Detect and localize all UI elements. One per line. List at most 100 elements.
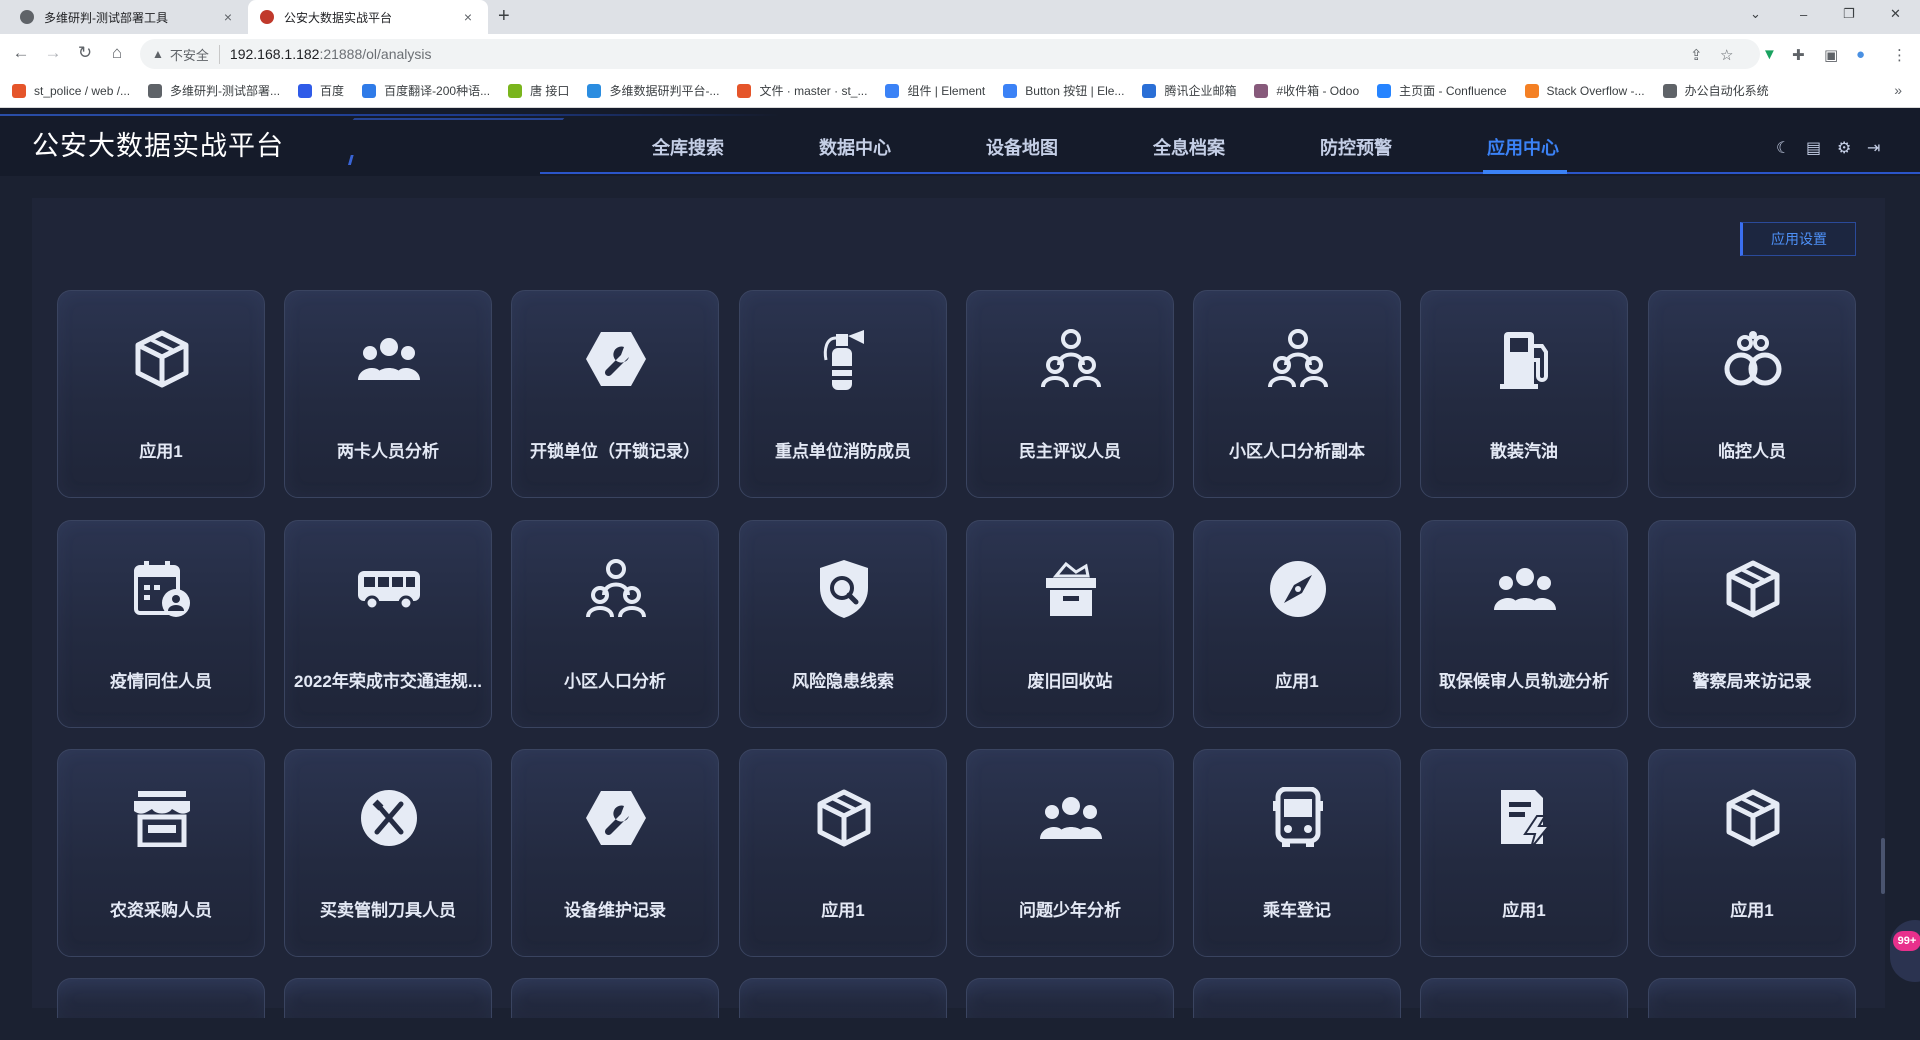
moon-icon[interactable]: ☾ <box>1776 138 1790 158</box>
app-card[interactable]: 应用1 <box>1648 749 1856 957</box>
bookmark-item[interactable]: 腾讯企业邮箱 <box>1142 82 1236 99</box>
floating-chat-button[interactable] <box>1890 920 1920 982</box>
bookmark-item[interactable]: 主页面 - Confluence <box>1377 82 1507 99</box>
back-icon[interactable]: ← <box>10 43 32 63</box>
home-icon[interactable]: ⌂ <box>106 43 128 63</box>
puzzle-icon[interactable]: ✚ <box>1792 46 1805 64</box>
bookmark-item[interactable]: 唐 接口 <box>508 82 569 99</box>
nav-data-center[interactable]: 数据中心 <box>819 134 891 160</box>
bookmark-item[interactable]: 多维数据研判平台-... <box>587 82 719 99</box>
star-icon[interactable]: ☆ <box>1720 46 1733 64</box>
app-card[interactable]: 疫情同住人员 <box>57 520 265 728</box>
app-card[interactable]: 临控人员 <box>1648 290 1856 498</box>
app-card[interactable]: 民主评议人员 <box>966 290 1174 498</box>
app-card[interactable]: 买卖管制刀具人员 <box>284 749 492 957</box>
app-card[interactable]: 应用1 <box>57 290 265 498</box>
bookmark-item[interactable]: 多维研判-测试部署... <box>148 82 280 99</box>
bookmark-item[interactable]: 百度翻译-200种语... <box>362 82 490 99</box>
restore-button[interactable]: ❐ <box>1843 0 1855 28</box>
nav-active-indicator <box>1483 170 1567 174</box>
reload-icon[interactable]: ↻ <box>74 43 96 63</box>
app-card[interactable]: 小区人口分析副本 <box>1193 290 1401 498</box>
browser-tab[interactable]: 多维研判-测试部署工具 × <box>8 0 248 34</box>
people-group-icon <box>353 323 425 395</box>
bookmark-favicon-icon <box>885 83 900 98</box>
header-divider <box>540 172 1920 174</box>
bookmark-item[interactable]: 组件 | Element <box>885 82 985 99</box>
app-card[interactable]: 开锁单位（开锁记录） <box>511 290 719 498</box>
app-card-partial[interactable] <box>284 978 492 1018</box>
app-card-label: 问题少年分析 <box>1019 901 1121 920</box>
bookmarks-overflow-icon[interactable]: » <box>1894 82 1902 98</box>
bookmark-favicon-icon <box>587 83 602 98</box>
extension-v-icon[interactable]: ▼ <box>1762 46 1777 63</box>
clipboard-icon[interactable]: ▤ <box>1806 138 1821 158</box>
app-card-partial[interactable] <box>57 978 265 1018</box>
bookmark-item[interactable]: 百度 <box>298 82 344 99</box>
nav-profiles[interactable]: 全息档案 <box>1153 134 1225 160</box>
app-settings-button[interactable]: 应用设置 <box>1740 222 1856 256</box>
nav-device-map[interactable]: 设备地图 <box>986 134 1058 160</box>
app-card[interactable]: 重点单位消防成员 <box>739 290 947 498</box>
bookmark-item[interactable]: 办公自动化系统 <box>1662 82 1769 99</box>
bookmark-item[interactable]: 文件 · master · st_... <box>737 82 867 99</box>
bookmark-item[interactable]: #收件箱 - Odoo <box>1254 82 1359 99</box>
menu-icon[interactable]: ⋮ <box>1892 46 1907 64</box>
nav-search[interactable]: 全库搜索 <box>652 134 724 160</box>
bookmark-label: st_police / web /... <box>34 83 131 98</box>
sidepanel-icon[interactable]: ▣ <box>1824 46 1838 64</box>
app-card[interactable]: 应用1 <box>739 749 947 957</box>
address-bar[interactable]: ▲ 不安全 192.168.1.182 :21888/ol/analysis <box>140 39 1760 69</box>
app-card[interactable]: 废旧回收站 <box>966 520 1174 728</box>
avatar[interactable]: ● <box>1856 46 1865 63</box>
gear-icon[interactable]: ⚙ <box>1837 138 1851 158</box>
document-lightning-icon <box>1489 782 1561 854</box>
nav-prevention[interactable]: 防控预警 <box>1320 134 1392 160</box>
forward-icon[interactable]: → <box>42 43 64 63</box>
app-card-partial[interactable] <box>739 978 947 1018</box>
app-card[interactable]: 设备维护记录 <box>511 749 719 957</box>
app-card-label: 警察局来访记录 <box>1692 672 1812 691</box>
app-card-partial[interactable] <box>1648 978 1856 1018</box>
app-card-partial[interactable] <box>1193 978 1401 1018</box>
nav-app-center[interactable]: 应用中心 <box>1487 134 1559 160</box>
minimize-button[interactable]: – <box>1800 0 1807 28</box>
app-card-label: 小区人口分析副本 <box>1229 442 1365 461</box>
scrollbar[interactable] <box>1881 838 1885 894</box>
bookmarks-bar: st_police / web /... 多维研判-测试部署... 百度 百度翻译-2… <box>0 74 1920 108</box>
app-card[interactable]: 2022年荣成市交通违规... <box>284 520 492 728</box>
app-card[interactable]: 农资采购人员 <box>57 749 265 957</box>
app-card-partial[interactable] <box>511 978 719 1018</box>
bookmark-label: 唐 接口 <box>530 84 570 98</box>
app-card[interactable]: 小区人口分析 <box>511 520 719 728</box>
app-card[interactable]: 两卡人员分析 <box>284 290 492 498</box>
header-decoration <box>305 118 565 176</box>
bookmark-item[interactable]: st_police / web /... <box>12 83 131 98</box>
app-card[interactable]: 散装汽油 <box>1420 290 1628 498</box>
app-card[interactable]: 风险隐患线索 <box>739 520 947 728</box>
tab-search-icon[interactable]: ⌄ <box>1750 0 1761 28</box>
security-label[interactable]: 不安全 <box>170 44 220 64</box>
bookmark-label: 组件 | Element <box>907 84 986 98</box>
app-card[interactable]: 应用1 <box>1420 749 1628 957</box>
close-tab-icon[interactable]: × <box>220 9 236 25</box>
app-card-label: 农资采购人员 <box>110 901 212 920</box>
app-card[interactable]: 取保候审人员轨迹分析 <box>1420 520 1628 728</box>
app-card[interactable]: 乘车登记 <box>1193 749 1401 957</box>
close-window-button[interactable]: ✕ <box>1890 0 1901 28</box>
browser-tab-active[interactable]: 公安大数据实战平台 × <box>248 0 488 34</box>
app-card-partial[interactable] <box>1420 978 1628 1018</box>
share-icon[interactable]: ⇪ <box>1690 46 1703 64</box>
bookmark-item[interactable]: Stack Overflow -... <box>1524 83 1645 98</box>
app-card[interactable]: 问题少年分析 <box>966 749 1174 957</box>
bookmark-favicon-icon <box>1254 83 1269 98</box>
new-tab-button[interactable]: + <box>498 5 510 28</box>
app-card-partial[interactable] <box>966 978 1174 1018</box>
app-card[interactable]: 警察局来访记录 <box>1648 520 1856 728</box>
logout-icon[interactable]: ⇥ <box>1867 138 1880 158</box>
close-tab-icon[interactable]: × <box>460 9 476 25</box>
police-badge-icon <box>260 10 274 24</box>
bookmark-item[interactable]: Button 按钮 | Ele... <box>1003 82 1124 99</box>
bookmark-favicon-icon <box>148 83 163 98</box>
app-card[interactable]: 应用1 <box>1193 520 1401 728</box>
